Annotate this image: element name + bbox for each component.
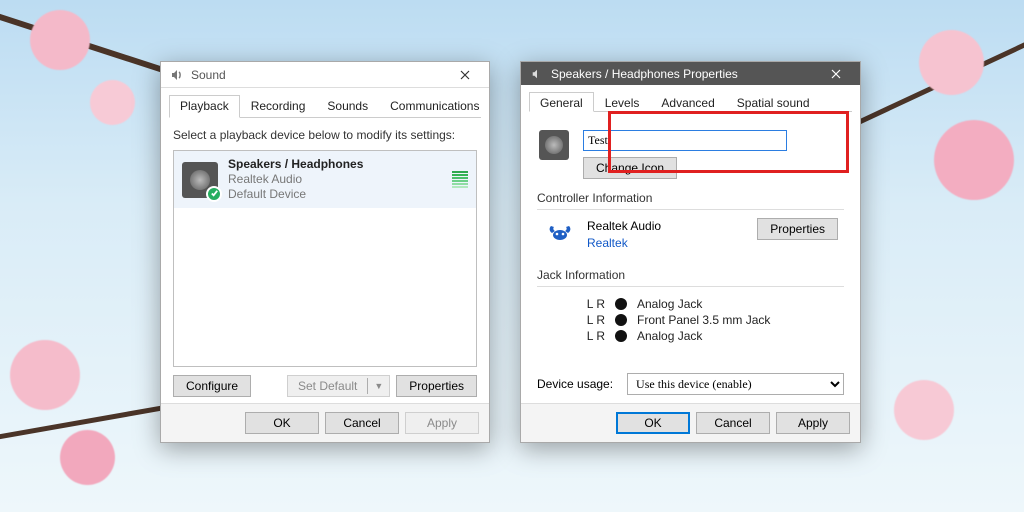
jack-label: Analog Jack xyxy=(637,297,702,311)
playback-device-list[interactable]: Speakers / Headphones Realtek Audio Defa… xyxy=(173,150,477,367)
jack-dot-icon xyxy=(615,330,627,342)
jack-section-label: Jack Information xyxy=(537,268,844,282)
controller-vendor-link[interactable]: Realtek xyxy=(587,235,747,252)
device-status: Default Device xyxy=(228,187,442,202)
close-icon xyxy=(831,69,841,79)
playback-device-item[interactable]: Speakers / Headphones Realtek Audio Defa… xyxy=(174,151,476,208)
level-meter-icon xyxy=(452,171,468,188)
jack-row: L R Analog Jack xyxy=(577,329,838,343)
device-large-icon xyxy=(539,130,569,160)
ok-button[interactable]: OK xyxy=(245,412,319,434)
jack-info-group: Jack Information L R Analog Jack L R Fro… xyxy=(537,268,844,349)
cancel-button[interactable]: Cancel xyxy=(325,412,399,434)
tab-advanced[interactable]: Advanced xyxy=(650,92,725,112)
sound-titlebar[interactable]: Sound xyxy=(161,62,489,88)
default-check-icon xyxy=(206,186,222,202)
sound-footer: OK Cancel Apply xyxy=(161,403,489,442)
chevron-down-icon: ▼ xyxy=(367,378,389,394)
close-button[interactable] xyxy=(445,62,485,87)
realtek-crab-icon xyxy=(543,218,577,246)
device-usage-label: Device usage: xyxy=(537,377,613,391)
tab-playback[interactable]: Playback xyxy=(169,95,240,118)
tab-spatial-sound[interactable]: Spatial sound xyxy=(726,92,821,112)
tab-recording[interactable]: Recording xyxy=(240,95,317,118)
props-titlebar[interactable]: Speakers / Headphones Properties xyxy=(521,62,860,85)
props-footer: OK Cancel Apply xyxy=(521,403,860,442)
device-name-input[interactable] xyxy=(583,130,787,151)
jack-lr: L R xyxy=(577,313,605,327)
tab-communications[interactable]: Communications xyxy=(379,95,490,118)
jack-row: L R Front Panel 3.5 mm Jack xyxy=(577,313,838,327)
jack-lr: L R xyxy=(577,297,605,311)
controller-name: Realtek Audio xyxy=(587,218,747,235)
device-usage-select[interactable]: Use this device (enable) xyxy=(627,373,844,395)
controller-properties-button[interactable]: Properties xyxy=(757,218,838,240)
device-driver: Realtek Audio xyxy=(228,172,442,187)
cancel-button[interactable]: Cancel xyxy=(696,412,770,434)
close-icon xyxy=(460,70,470,80)
jack-dot-icon xyxy=(615,314,627,326)
configure-button[interactable]: Configure xyxy=(173,375,251,397)
sound-title: Sound xyxy=(191,68,226,82)
jack-row: L R Analog Jack xyxy=(577,297,838,311)
playback-hint: Select a playback device below to modify… xyxy=(173,128,477,142)
ok-button[interactable]: OK xyxy=(616,412,690,434)
tab-sounds[interactable]: Sounds xyxy=(316,95,379,118)
sound-icon xyxy=(169,67,185,83)
jack-dot-icon xyxy=(615,298,627,310)
speaker-icon xyxy=(182,162,218,198)
props-title: Speakers / Headphones Properties xyxy=(551,67,738,81)
controller-section-label: Controller Information xyxy=(537,191,844,205)
jack-label: Analog Jack xyxy=(637,329,702,343)
props-tabs: General Levels Advanced Spatial sound xyxy=(529,91,852,112)
speaker-small-icon xyxy=(529,66,545,82)
device-properties-button[interactable]: Properties xyxy=(396,375,477,397)
tab-general[interactable]: General xyxy=(529,92,594,112)
properties-window: Speakers / Headphones Properties General… xyxy=(520,61,861,443)
jack-lr: L R xyxy=(577,329,605,343)
sound-tabs: Playback Recording Sounds Communications xyxy=(169,94,481,118)
jack-label: Front Panel 3.5 mm Jack xyxy=(637,313,770,327)
controller-info-group: Controller Information Realtek Audio Rea… xyxy=(537,191,844,256)
set-default-button[interactable]: Set Default ▼ xyxy=(287,375,390,397)
apply-button[interactable]: Apply xyxy=(776,412,850,434)
change-icon-button[interactable]: Change Icon xyxy=(583,157,677,179)
device-text: Speakers / Headphones Realtek Audio Defa… xyxy=(228,157,442,202)
sound-window: Sound Playback Recording Sounds Communic… xyxy=(160,61,490,443)
device-name: Speakers / Headphones xyxy=(228,157,442,172)
apply-button[interactable]: Apply xyxy=(405,412,479,434)
tab-levels[interactable]: Levels xyxy=(594,92,651,112)
close-button[interactable] xyxy=(816,62,856,85)
